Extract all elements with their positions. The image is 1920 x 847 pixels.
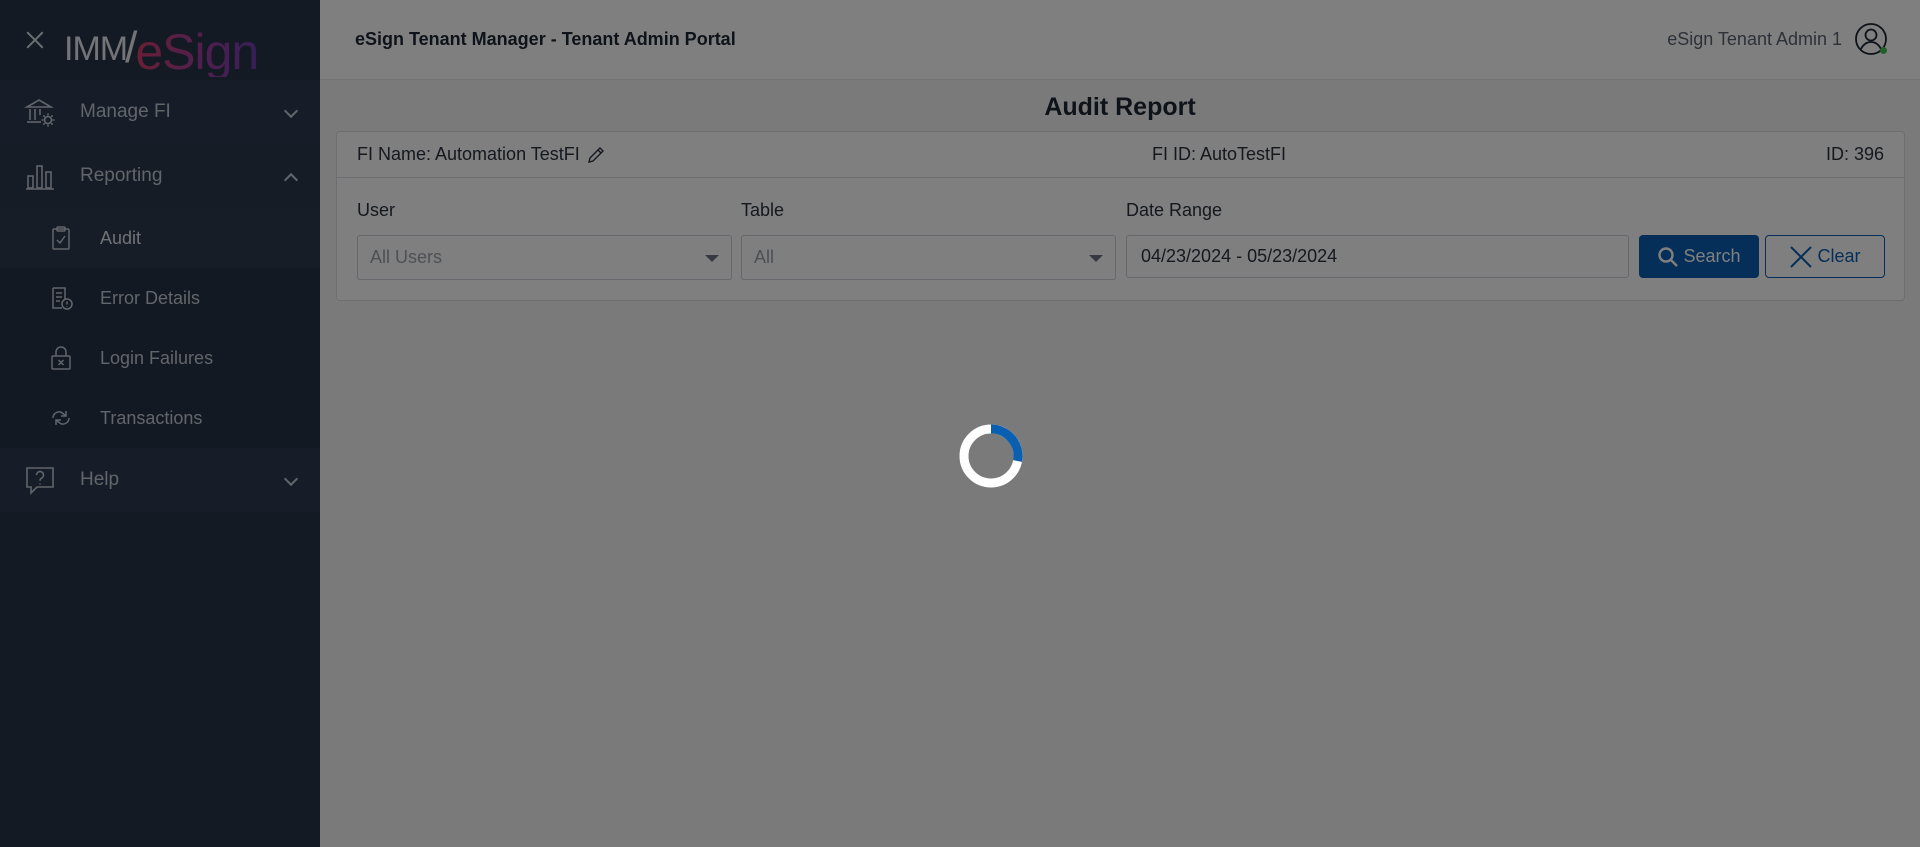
loading-overlay [0, 0, 1920, 847]
loading-spinner-icon [959, 424, 1023, 488]
